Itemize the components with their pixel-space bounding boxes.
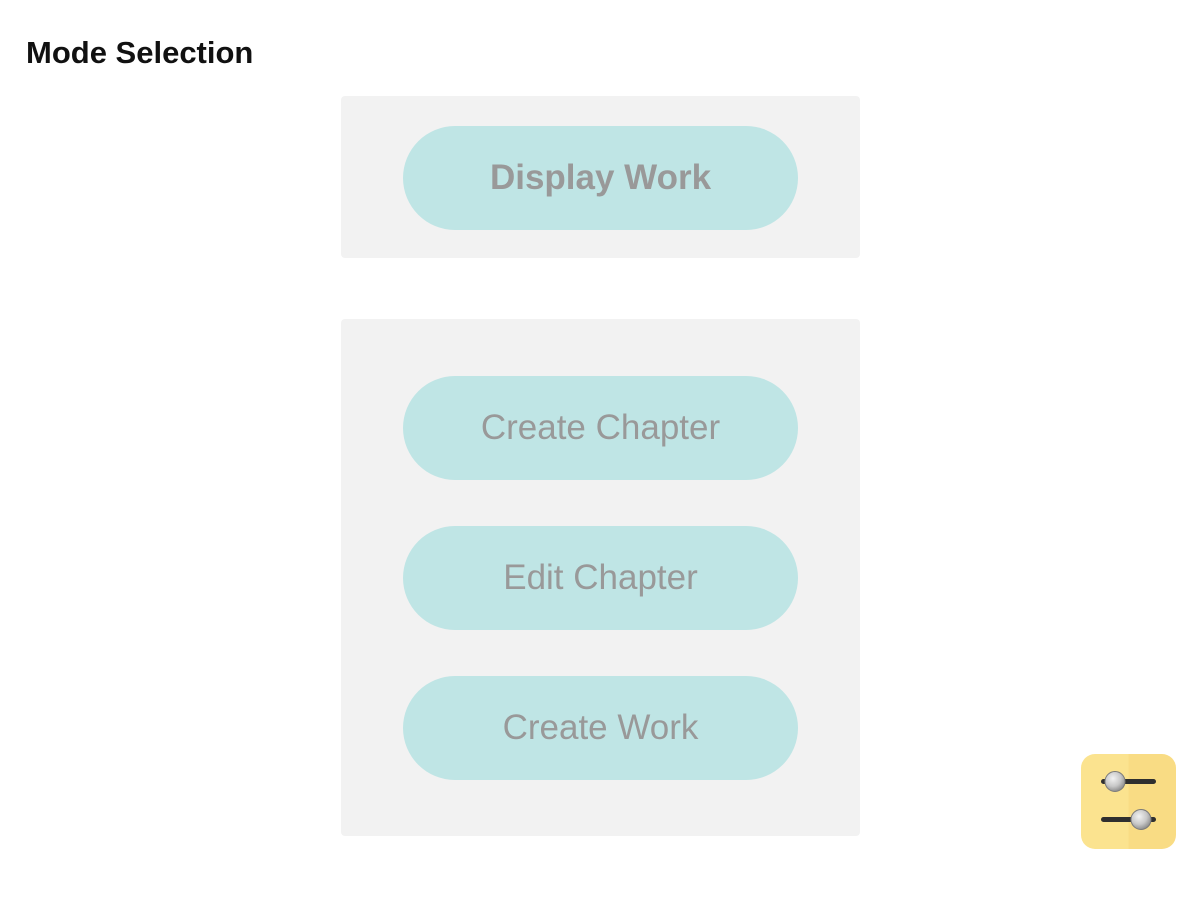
display-work-button[interactable]: Display Work [403,126,798,230]
create-chapter-button[interactable]: Create Chapter [403,376,798,480]
create-work-button[interactable]: Create Work [403,676,798,780]
mode-selection-page: Mode Selection Display Work Create Chapt… [0,0,1200,900]
slider-knob-bottom [1130,809,1152,830]
page-title: Mode Selection [26,35,254,70]
slider-knob-top [1104,771,1126,792]
display-mode-panel: Display Work [341,96,860,258]
edit-mode-panel: Create Chapter Edit Chapter Create Work [341,319,860,836]
settings-button[interactable] [1081,754,1176,849]
edit-chapter-button[interactable]: Edit Chapter [403,526,798,630]
sliders-icon [1101,771,1156,830]
